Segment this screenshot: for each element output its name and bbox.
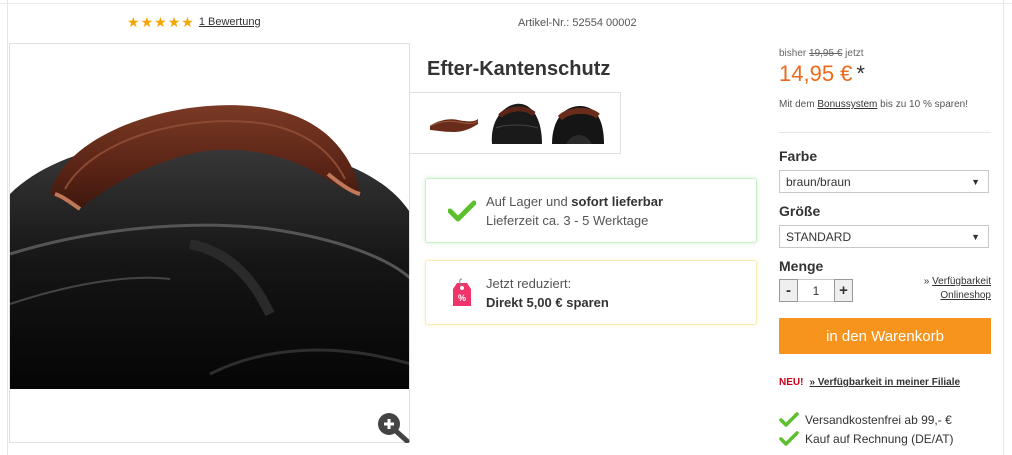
svg-text:%: % <box>458 293 466 303</box>
star-icon: ★ <box>140 14 154 30</box>
checkmark-icon <box>442 200 482 222</box>
article-number: Artikel-Nr.: 52554 00002 <box>518 17 637 29</box>
quantity-decrease-button[interactable]: - <box>779 279 798 302</box>
star-icon: ★ <box>154 14 167 30</box>
thumbnail-3[interactable] <box>552 102 604 144</box>
add-to-cart-button[interactable]: in den Warenkorb <box>779 318 991 354</box>
benefit-item: Versandkostenfrei ab 99,- € <box>779 412 952 428</box>
quantity-increase-button[interactable]: + <box>834 279 853 302</box>
star-icon: ★ <box>167 14 181 30</box>
old-price-line: bisher 19,95 € jetzt <box>779 48 864 59</box>
benefit-item: Kauf auf Rechnung (DE/AT) <box>779 431 954 447</box>
right-border <box>1003 0 1004 455</box>
promo-savings: Direkt 5,00 € sparen <box>486 294 609 310</box>
quantity-stepper: - 1 + <box>779 279 853 302</box>
stock-status: sofort lieferbar <box>571 193 664 209</box>
star-icon: ★ <box>127 14 140 30</box>
online-shop-link[interactable]: Onlineshop <box>940 290 991 301</box>
rating-stars: ★ ★ ★ ★ ★ <box>127 15 194 29</box>
product-title: Efter-Kantenschutz <box>427 58 611 80</box>
checkmark-icon <box>779 412 799 427</box>
product-image[interactable] <box>9 43 410 443</box>
bonus-info: Mit dem Bonussystem bis zu 10 % sparen! <box>779 99 968 110</box>
online-availability: » Verfügbarkeit Onlineshop <box>923 276 991 301</box>
stock-info-box: Auf Lager und sofort lieferbar Lieferzei… <box>425 178 757 243</box>
saddle-image <box>10 44 409 442</box>
quantity-label: Menge <box>779 258 824 274</box>
store-availability: NEU! » Verfügbarkeit in meiner Filiale <box>779 377 960 388</box>
promo-text: Jetzt reduziert: Direkt 5,00 € sparen <box>486 275 609 310</box>
checkmark-icon <box>779 431 799 446</box>
rating: ★ ★ ★ ★ ★ 1 Bewertung <box>127 15 261 29</box>
quantity-input[interactable]: 1 <box>798 279 834 302</box>
new-badge: NEU! <box>779 377 804 388</box>
zoom-icon[interactable] <box>376 411 410 443</box>
size-label: Größe <box>779 203 821 219</box>
color-select[interactable]: braun/braun ▼ <box>779 170 989 193</box>
color-label: Farbe <box>779 148 818 164</box>
size-select[interactable]: STANDARD ▼ <box>779 225 989 248</box>
current-price: 14,95 € * <box>779 61 865 86</box>
divider <box>779 132 991 133</box>
promo-info-box: % Jetzt reduziert: Direkt 5,00 € sparen <box>425 260 757 325</box>
old-price: 19,95 € <box>809 48 843 59</box>
star-icon: ★ <box>181 14 194 30</box>
reviews-link[interactable]: 1 Bewertung <box>199 16 261 28</box>
stock-text: Auf Lager und sofort lieferbar Lieferzei… <box>486 193 664 228</box>
thumbnail-1[interactable] <box>428 102 480 144</box>
caret-down-icon: ▼ <box>971 231 980 242</box>
left-border <box>7 0 8 455</box>
bonus-system-link[interactable]: Bonussystem <box>817 99 877 110</box>
store-availability-link[interactable]: » Verfügbarkeit in meiner Filiale <box>809 377 960 388</box>
discount-tag-icon: % <box>442 277 482 309</box>
caret-down-icon: ▼ <box>971 176 980 187</box>
delivery-time: Lieferzeit ca. 3 - 5 Werktage <box>486 212 649 228</box>
thumbnail-strip <box>410 92 621 154</box>
top-divider <box>0 3 1012 4</box>
online-availability-link[interactable]: Verfügbarkeit <box>932 276 991 287</box>
thumbnail-2[interactable] <box>490 102 542 144</box>
